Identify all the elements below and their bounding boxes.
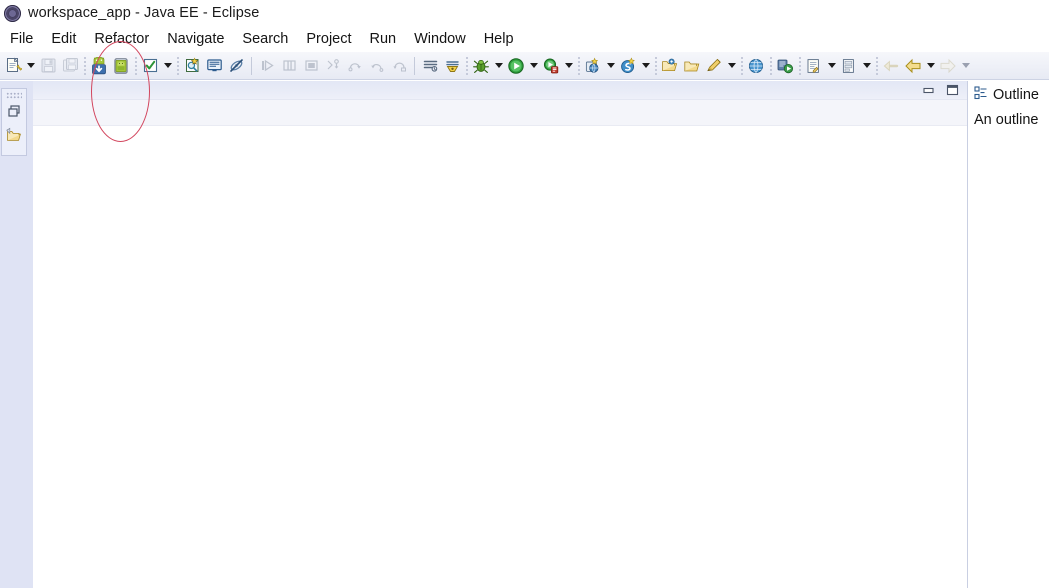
window-title: workspace_app - Java EE - Eclipse (28, 5, 260, 21)
main-toolbar (0, 52, 1049, 80)
new-server-dropdown-arrow[interactable] (604, 56, 617, 76)
drop-to-frame-icon (389, 56, 409, 76)
new-wizard-dropdown-arrow[interactable] (24, 56, 37, 76)
toolbar-separator (463, 56, 470, 75)
menu-item-help[interactable]: Help (475, 30, 523, 48)
new-java-ee-artifact-icon[interactable] (618, 56, 638, 76)
eclipse-logo-icon (4, 4, 21, 22)
debug-icon[interactable] (471, 56, 491, 76)
window-title-bar: workspace_app - Java EE - Eclipse (0, 0, 1049, 26)
project-explorer-icon[interactable] (3, 123, 25, 147)
outline-view-panel: Outline An outline (967, 81, 1049, 588)
run-external-tools-dropdown-arrow[interactable] (562, 56, 575, 76)
back-icon[interactable] (903, 56, 923, 76)
android-virtual-device-manager-icon[interactable] (111, 56, 131, 76)
fast-view-grip[interactable] (6, 92, 22, 99)
editor-sub-band (33, 100, 967, 126)
check-validate-icon[interactable] (140, 56, 160, 76)
run-external-tools-icon[interactable] (541, 56, 561, 76)
menu-item-refactor[interactable]: Refactor (85, 30, 158, 48)
fast-view-bar (0, 81, 33, 588)
tab-outline[interactable]: Outline (974, 85, 1049, 105)
toolbar-separator (174, 56, 181, 75)
open-web-browser-icon[interactable] (746, 56, 766, 76)
debug-dropdown-arrow[interactable] (492, 56, 505, 76)
toolbar-separator (132, 56, 139, 75)
menu-item-navigate[interactable]: Navigate (158, 30, 233, 48)
new-wizard-icon[interactable] (3, 56, 23, 76)
menu-item-search[interactable]: Search (233, 30, 297, 48)
android-sdk-manager-icon[interactable] (89, 56, 109, 76)
activate-task-icon[interactable] (420, 56, 440, 76)
run-android-icon[interactable] (775, 56, 795, 76)
editor-area (33, 81, 967, 588)
outline-view-icon (974, 85, 988, 105)
forward-icon (938, 56, 958, 76)
open-task-icon[interactable] (682, 56, 702, 76)
new-java-package-icon[interactable] (839, 56, 859, 76)
restore-view-icon[interactable] (3, 99, 25, 123)
resume-icon (257, 56, 277, 76)
step-return-icon (367, 56, 387, 76)
suspend-icon (279, 56, 299, 76)
fast-view-box (1, 88, 27, 156)
menu-item-project[interactable]: Project (297, 30, 360, 48)
maximize-icon[interactable] (943, 83, 961, 97)
new-java-ee-artifact-dropdown-arrow[interactable] (639, 56, 652, 76)
open-console-icon[interactable] (204, 56, 224, 76)
toolbar-separator (652, 56, 659, 75)
forward-dropdown-arrow[interactable] (959, 56, 972, 76)
toolbar-separator (873, 56, 880, 75)
menu-item-window[interactable]: Window (405, 30, 475, 48)
minimize-icon[interactable] (919, 83, 937, 97)
save-all-icon (60, 56, 80, 76)
menu-bar: File Edit Refactor Navigate Search Proje… (0, 26, 1049, 52)
step-over-icon (345, 56, 365, 76)
deactivate-task-icon[interactable] (442, 56, 462, 76)
save-icon (38, 56, 58, 76)
previous-annotation-icon (881, 56, 901, 76)
validate-dropdown-arrow[interactable] (161, 56, 174, 76)
editor-tab-strip (33, 81, 967, 100)
outline-tab-label: Outline (993, 87, 1039, 103)
toolbar-separator (81, 56, 88, 75)
editor-canvas[interactable] (33, 126, 967, 588)
back-dropdown-arrow[interactable] (924, 56, 937, 76)
toolbar-separator (575, 56, 582, 75)
toolbar-separator (410, 56, 419, 76)
open-type-icon[interactable] (660, 56, 680, 76)
workbench: Outline An outline (0, 81, 1049, 588)
outline-message: An outline (974, 112, 1039, 128)
new-java-class-dropdown-arrow[interactable] (825, 56, 838, 76)
skip-breakpoints-icon[interactable] (226, 56, 246, 76)
menu-item-run[interactable]: Run (361, 30, 406, 48)
toolbar-separator (796, 56, 803, 75)
run-dropdown-arrow[interactable] (527, 56, 540, 76)
menu-item-file[interactable]: File (5, 30, 42, 48)
new-server-icon[interactable] (583, 56, 603, 76)
toolbar-separator (738, 56, 745, 75)
new-search-icon[interactable] (182, 56, 202, 76)
new-annotation-icon[interactable] (704, 56, 724, 76)
terminate-icon (301, 56, 321, 76)
toolbar-separator (767, 56, 774, 75)
toolbar-separator (247, 56, 256, 76)
menu-item-edit[interactable]: Edit (42, 30, 85, 48)
new-java-package-dropdown-arrow[interactable] (860, 56, 873, 76)
new-java-class-icon[interactable] (804, 56, 824, 76)
step-into-icon (323, 56, 343, 76)
run-icon[interactable] (506, 56, 526, 76)
new-annotation-dropdown-arrow[interactable] (725, 56, 738, 76)
